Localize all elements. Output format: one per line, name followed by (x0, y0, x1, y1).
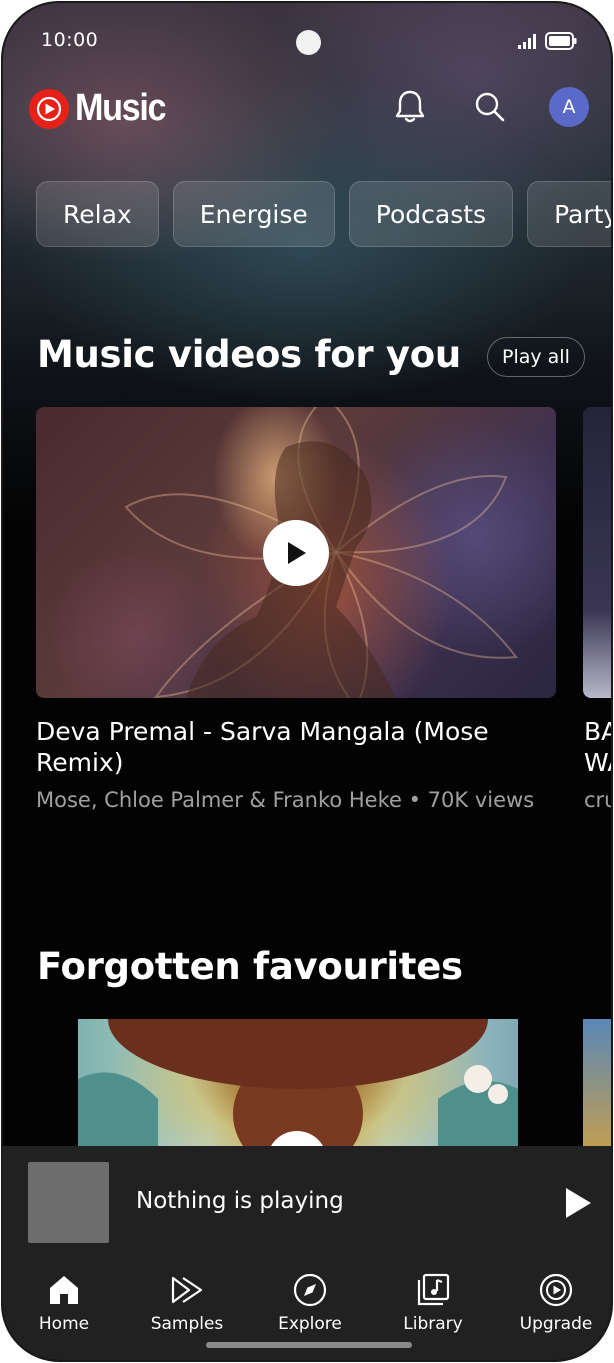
home-icon (50, 1276, 78, 1304)
chip-party[interactable]: Party (527, 181, 611, 247)
music-videos-heading: Music videos for you (37, 333, 461, 376)
mini-player-artwork (28, 1162, 109, 1243)
chip-relax[interactable]: Relax (36, 181, 159, 247)
nav-upgrade[interactable]: Upgrade (501, 1272, 611, 1334)
video-title[interactable]: Deva Premal - Sarva Mangala (Mose Remix) (36, 716, 536, 778)
nav-home[interactable]: Home (9, 1272, 119, 1334)
bell-icon (395, 90, 425, 123)
next-video-title[interactable]: BA WA (584, 716, 611, 778)
nav-home-label: Home (38, 1314, 90, 1334)
next-album-artwork[interactable] (583, 1019, 611, 1159)
avatar[interactable]: A (549, 87, 589, 127)
nav-samples[interactable]: Samples (132, 1272, 242, 1334)
app-logo[interactable]: Music (29, 87, 175, 130)
compass-icon (293, 1273, 327, 1307)
chip-podcasts[interactable]: Podcasts (348, 181, 514, 247)
battery-icon (545, 32, 577, 50)
video-thumbnail[interactable] (36, 407, 556, 698)
search-icon (475, 92, 505, 122)
nav-explore-label: Explore (278, 1314, 342, 1334)
status-time: 10:00 (41, 29, 99, 51)
play-icon[interactable] (563, 1186, 593, 1220)
search-button[interactable] (470, 87, 510, 127)
camera-cutout (296, 30, 321, 55)
play-icon (288, 542, 306, 564)
next-video-title-text: BA WA (584, 717, 611, 777)
forgotten-favourites-heading: Forgotten favourites (37, 945, 463, 988)
chip-energise[interactable]: Energise (172, 181, 335, 247)
play-video-button[interactable] (263, 520, 329, 586)
home-indicator[interactable] (206, 1342, 412, 1348)
nav-upgrade-label: Upgrade (519, 1314, 593, 1334)
mood-chips: Relax Energise Podcasts Party (36, 181, 611, 247)
notifications-button[interactable] (390, 87, 430, 127)
video-card[interactable]: Deva Premal - Sarva Mangala (Mose Remix)… (36, 407, 556, 812)
next-video-thumbnail[interactable] (583, 407, 611, 698)
play-all-button[interactable]: Play all (487, 337, 585, 377)
next-video-subtitle: cru (584, 788, 611, 812)
youtube-music-logo-icon (29, 88, 69, 129)
status-bar: 10:00 (3, 3, 611, 79)
nav-library-label: Library (403, 1314, 463, 1334)
upgrade-icon (539, 1273, 573, 1307)
phone-frame: 10:00 Music A Relax Energise Podcasts Pa… (1, 1, 613, 1362)
signal-icon (518, 34, 536, 49)
mini-player-title: Nothing is playing (136, 1188, 344, 1214)
nav-explore[interactable]: Explore (255, 1272, 365, 1334)
mini-player[interactable]: Nothing is playing (3, 1146, 611, 1260)
samples-icon (171, 1276, 203, 1304)
library-icon (417, 1273, 450, 1306)
nav-samples-label: Samples (150, 1314, 224, 1334)
app-name: Music (75, 87, 167, 129)
nav-library[interactable]: Library (378, 1272, 488, 1334)
video-subtitle: Mose, Chloe Palmer & Franko Heke • 70K v… (36, 788, 535, 812)
